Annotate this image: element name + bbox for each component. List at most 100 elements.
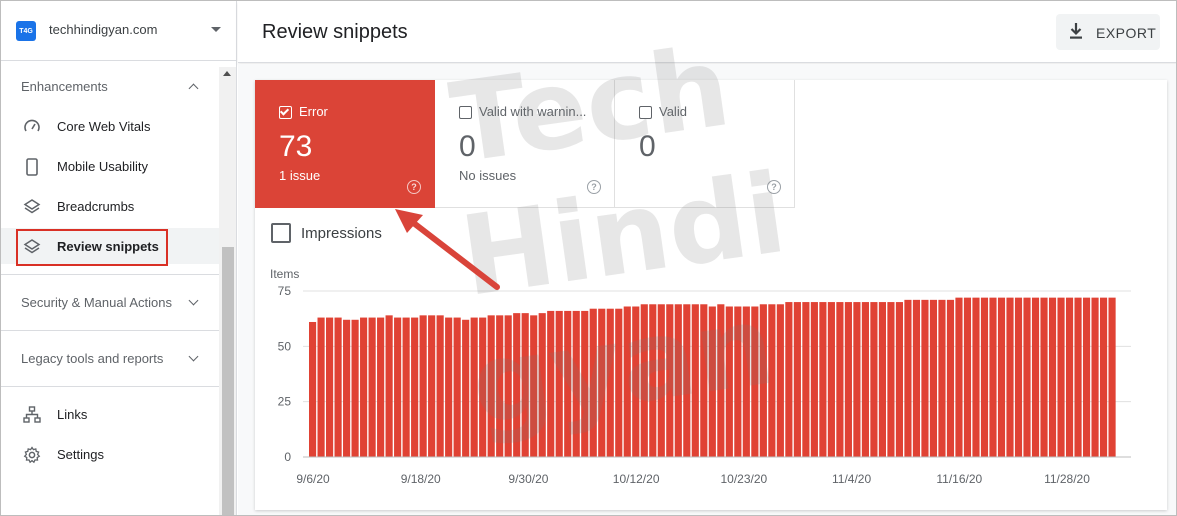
chart-bar xyxy=(1014,297,1023,457)
help-icon[interactable]: ? xyxy=(767,180,781,194)
highlight-box xyxy=(16,229,168,266)
page-header: Review snippets EXPORT xyxy=(238,1,1176,63)
chart-bar xyxy=(513,313,521,457)
help-icon[interactable]: ? xyxy=(587,180,601,194)
issues-chart: Items 75 50 25 0 9/6/20 9/18/20 9/30/20 10/12/20… xyxy=(255,259,1167,495)
section-enhancements[interactable]: Enhancements xyxy=(21,79,108,94)
chart-bar xyxy=(555,310,563,457)
x-tick-label: 9/6/20 xyxy=(296,472,330,486)
property-logo: T4G xyxy=(16,21,36,41)
section-security[interactable]: Security & Manual Actions xyxy=(21,295,172,310)
sidebar-item-label: Links xyxy=(57,407,88,422)
chart-bar xyxy=(487,315,495,457)
tile-valid-with-warnings[interactable]: Valid with warnin... 0 No issues ? xyxy=(435,80,615,208)
caret-down-icon[interactable] xyxy=(211,27,221,32)
scroll-up-icon[interactable] xyxy=(223,71,231,76)
sidebar-item-settings[interactable]: Settings xyxy=(1,436,219,472)
help-icon[interactable]: ? xyxy=(407,180,421,194)
chevron-down-icon[interactable] xyxy=(188,295,199,306)
chart-bar xyxy=(419,315,427,457)
chart-bar xyxy=(326,317,334,457)
tile-label: Valid with warnin... xyxy=(479,104,587,119)
property-selector[interactable]: T4G techhindigyan.com xyxy=(1,1,236,61)
chart-bar xyxy=(343,319,351,457)
phone-icon xyxy=(26,158,38,176)
divider xyxy=(1,274,219,275)
chart-bar xyxy=(759,304,767,457)
chart-bar xyxy=(1040,297,1048,457)
x-tick-label: 10/23/20 xyxy=(720,472,767,486)
chart-bar xyxy=(1108,297,1116,457)
tile-label: Valid xyxy=(659,104,687,119)
chart-bar xyxy=(921,299,929,457)
tile-valid[interactable]: Valid 0 ? xyxy=(615,80,795,208)
property-name: techhindigyan.com xyxy=(49,22,158,37)
tile-count: 0 xyxy=(459,130,476,163)
sidebar-item-links[interactable]: Links xyxy=(1,396,219,432)
chart-bar xyxy=(547,310,555,457)
chevron-up-icon[interactable] xyxy=(188,83,199,94)
chart-bar xyxy=(955,297,963,457)
chart-bar xyxy=(377,317,385,457)
chart-bar xyxy=(929,299,938,457)
chart-bar xyxy=(453,317,461,457)
chart-bar xyxy=(385,315,393,457)
chevron-down-icon[interactable] xyxy=(188,351,199,362)
chart-bar xyxy=(972,297,980,457)
chart-bar xyxy=(989,297,997,457)
chart-bar xyxy=(436,315,444,457)
chart-bar xyxy=(309,321,317,457)
chart-bar xyxy=(521,313,529,457)
chart-bar xyxy=(411,317,419,457)
tile-sub: 1 issue xyxy=(279,168,321,183)
chart-bar xyxy=(751,306,759,457)
gauge-icon xyxy=(24,119,40,132)
y-tick-label: 25 xyxy=(278,395,292,409)
chart-bar xyxy=(317,317,325,457)
warning-checkbox[interactable] xyxy=(459,106,472,119)
chart-bar xyxy=(504,315,512,457)
impressions-label[interactable]: Impressions xyxy=(301,225,382,242)
chart-bar xyxy=(657,304,665,457)
chart-bar xyxy=(538,313,546,457)
divider xyxy=(1,386,219,387)
chart-bar xyxy=(802,302,810,457)
app-window: T4G techhindigyan.com Enhancements Core … xyxy=(0,0,1177,516)
sidebar-item-mobile-usability[interactable]: Mobile Usability xyxy=(1,148,219,184)
chart-bar xyxy=(402,317,410,457)
chart-bar xyxy=(598,308,606,457)
chart-bar xyxy=(1057,297,1065,457)
chart-bar xyxy=(1099,297,1108,457)
sidebar-item-breadcrumbs[interactable]: Breadcrumbs xyxy=(1,188,219,224)
chart-bar xyxy=(394,317,402,457)
y-tick-label: 75 xyxy=(278,284,292,298)
chart-bar xyxy=(1082,297,1091,457)
chart-bar xyxy=(887,302,895,457)
valid-checkbox[interactable] xyxy=(639,106,652,119)
tile-error[interactable]: Error 73 1 issue ? xyxy=(255,80,435,208)
chart-bar xyxy=(844,302,852,457)
tile-sub: No issues xyxy=(459,168,517,183)
section-legacy-tools[interactable]: Legacy tools and reports xyxy=(21,351,163,366)
chart-bar xyxy=(946,299,955,457)
impressions-checkbox[interactable] xyxy=(271,223,291,243)
sidebar-item-label: Mobile Usability xyxy=(57,159,149,174)
chart-bar xyxy=(870,302,878,457)
chart-bar xyxy=(963,297,972,457)
scrollbar-thumb[interactable] xyxy=(222,247,234,515)
x-tick-label: 11/28/20 xyxy=(1044,472,1090,486)
chart-bar xyxy=(572,310,580,457)
chart-bar xyxy=(496,315,504,457)
chart-bar xyxy=(581,310,589,457)
chart-bar xyxy=(691,304,699,457)
chart-bar xyxy=(1006,297,1014,457)
page-title: Review snippets xyxy=(262,21,408,43)
chart-bar xyxy=(360,317,368,457)
sidebar: T4G techhindigyan.com Enhancements Core … xyxy=(1,1,237,515)
export-button[interactable]: EXPORT xyxy=(1056,14,1160,50)
tile-count: 0 xyxy=(639,130,656,163)
chart-bar xyxy=(1031,297,1040,457)
chart-bar xyxy=(895,302,904,457)
chart-bar xyxy=(615,308,623,457)
sidebar-item-core-web-vitals[interactable]: Core Web Vitals xyxy=(1,108,219,144)
